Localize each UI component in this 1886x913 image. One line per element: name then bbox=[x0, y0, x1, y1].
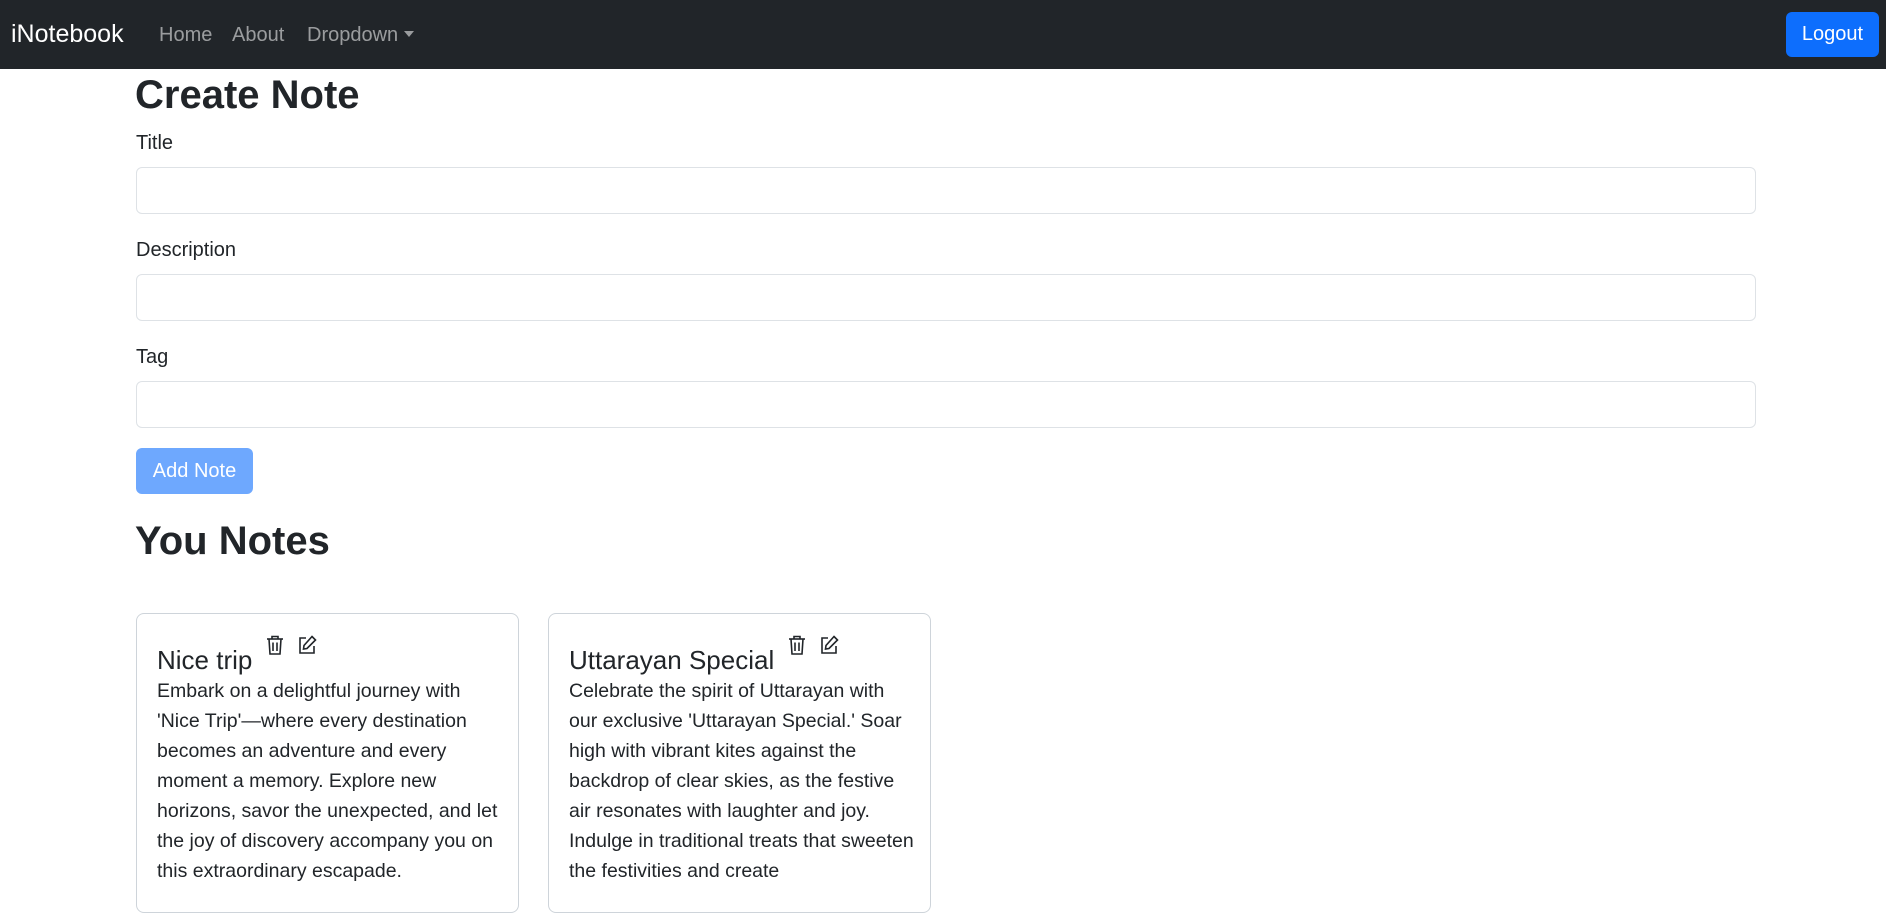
trash-icon[interactable] bbox=[787, 634, 807, 656]
tag-input[interactable] bbox=[136, 381, 1756, 428]
note-description: Celebrate the spirit of Uttarayan with o… bbox=[569, 680, 914, 882]
note-card: Uttarayan Special Celebrate the spirit o… bbox=[548, 613, 931, 913]
logout-button[interactable]: Logout bbox=[1786, 12, 1879, 57]
title-input[interactable] bbox=[136, 167, 1756, 214]
note-card-header: Uttarayan Special bbox=[569, 634, 839, 677]
note-title: Nice trip bbox=[157, 644, 253, 675]
description-label: Description bbox=[136, 239, 237, 261]
edit-icon[interactable] bbox=[297, 634, 317, 656]
description-input[interactable] bbox=[136, 274, 1756, 321]
nav-dropdown-label: Dropdown bbox=[307, 24, 399, 46]
add-note-button[interactable]: Add Note bbox=[136, 448, 253, 494]
edit-icon[interactable] bbox=[819, 634, 839, 656]
note-description: Embark on a delightful journey with 'Nic… bbox=[157, 680, 498, 882]
page-title: Create Note bbox=[135, 73, 360, 117]
note-card-header: Nice trip bbox=[157, 634, 317, 677]
chevron-down-icon bbox=[404, 31, 415, 37]
notes-heading: You Notes bbox=[135, 519, 330, 563]
nav-dropdown-toggle[interactable]: Dropdown bbox=[307, 22, 415, 48]
note-title: Uttarayan Special bbox=[569, 644, 775, 675]
nav-link-about[interactable]: About bbox=[232, 22, 284, 48]
nav-link-home[interactable]: Home bbox=[159, 22, 212, 48]
trash-icon[interactable] bbox=[265, 634, 285, 656]
title-label: Title bbox=[136, 132, 174, 154]
note-card: Nice trip Embark on a delightful journey… bbox=[136, 613, 519, 913]
navbar-brand[interactable]: iNotebook bbox=[11, 18, 124, 50]
tag-label: Tag bbox=[136, 346, 169, 368]
navbar: iNotebook Home About Dropdown Logout bbox=[0, 0, 1886, 69]
